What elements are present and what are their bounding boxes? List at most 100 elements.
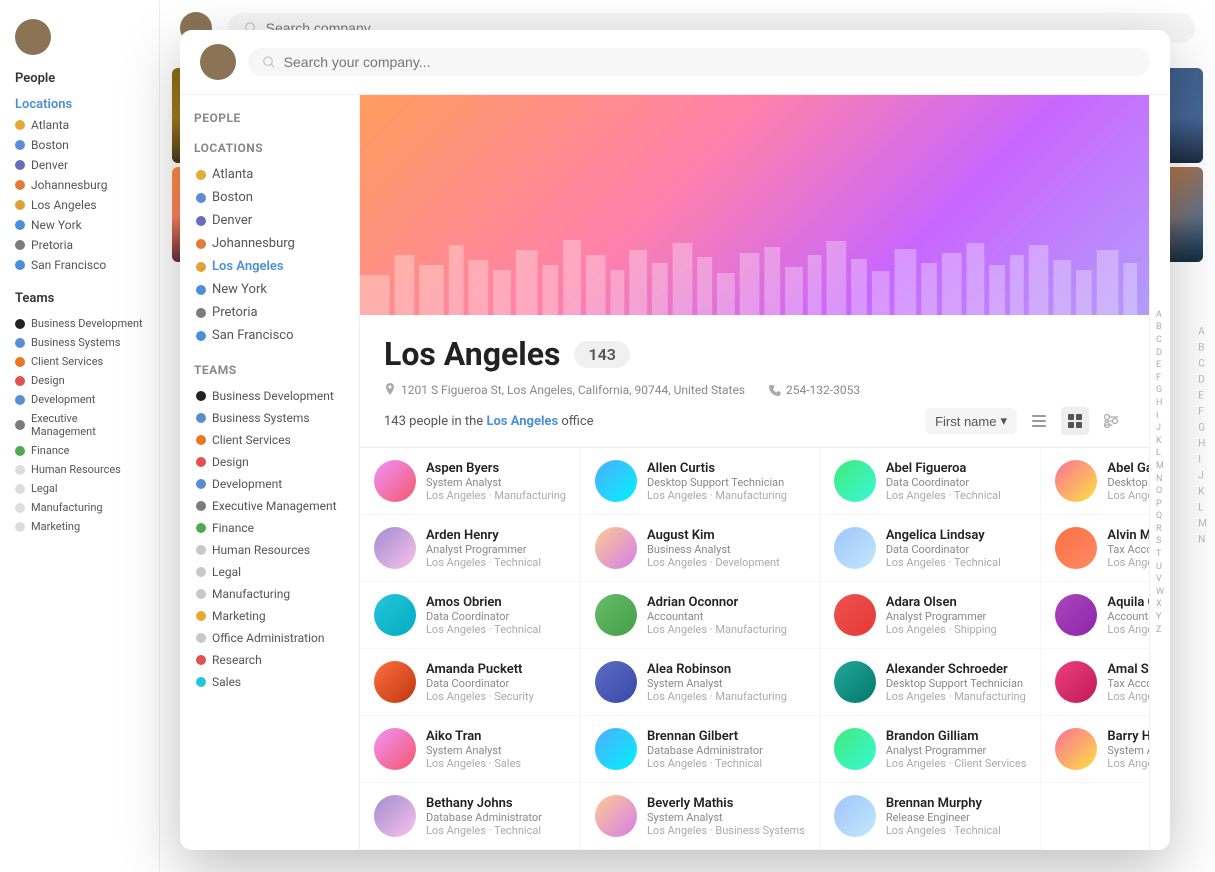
alpha-letter-u[interactable]: U [1154, 561, 1166, 574]
person-card[interactable]: August Kim Business Analyst Los Angeles … [581, 515, 820, 582]
bg-sidebar-location-atlanta[interactable]: Atlanta [15, 115, 144, 135]
alpha-letter-g[interactable]: G [1154, 384, 1166, 397]
person-card[interactable]: Alea Robinson System Analyst Los Angeles… [581, 649, 820, 716]
modal-sidebar-team[interactable]: Office Administration [194, 627, 345, 649]
person-card[interactable]: Aquila Owen Accountant Los Angeles · Fin… [1041, 582, 1149, 649]
person-card[interactable]: Bethany Johns Database Administrator Los… [360, 783, 581, 850]
person-card[interactable]: Adrian Oconnor Accountant Los Angeles · … [581, 582, 820, 649]
alpha-letter-i[interactable]: I [1154, 410, 1166, 423]
bg-sidebar-team[interactable]: Legal [15, 479, 144, 498]
bg-sidebar-location-denver[interactable]: Denver [15, 155, 144, 175]
person-card[interactable]: Allen Curtis Desktop Support Technician … [581, 448, 820, 515]
person-card[interactable]: Brandon Gilliam Analyst Programmer Los A… [820, 716, 1042, 783]
alpha-letter-p[interactable]: P [1154, 498, 1166, 511]
alpha-letter-j[interactable]: J [1154, 422, 1166, 435]
modal-sidebar-location-san-francisco[interactable]: San Francisco [194, 324, 345, 347]
person-card[interactable]: Arden Henry Analyst Programmer Los Angel… [360, 515, 581, 582]
bg-sidebar-team[interactable]: Business Development [15, 314, 144, 333]
bg-sidebar-location-new-york[interactable]: New York [15, 215, 144, 235]
alpha-letter-y[interactable]: Y [1154, 611, 1166, 624]
alpha-letter-f[interactable]: F [1154, 372, 1166, 385]
bg-sidebar-team[interactable]: Business Systems [15, 333, 144, 352]
alpha-letter-t[interactable]: T [1154, 548, 1166, 561]
person-card[interactable]: Angelica Lindsay Data Coordinator Los An… [820, 515, 1042, 582]
bg-sidebar-location-los-angeles[interactable]: Los Angeles [15, 195, 144, 215]
bg-sidebar-team[interactable]: Marketing [15, 517, 144, 536]
bg-sidebar-location-boston[interactable]: Boston [15, 135, 144, 155]
modal-sidebar-team[interactable]: Manufacturing [194, 583, 345, 605]
sort-button[interactable]: First name ▾ [925, 408, 1017, 434]
person-card[interactable]: Amos Obrien Data Coordinator Los Angeles… [360, 582, 581, 649]
alpha-letter-l[interactable]: L [1154, 447, 1166, 460]
modal-sidebar-location-atlanta[interactable]: Atlanta [194, 163, 345, 186]
modal-sidebar-location-boston[interactable]: Boston [194, 186, 345, 209]
alpha-letter-v[interactable]: V [1154, 573, 1166, 586]
office-link[interactable]: Los Angeles [486, 414, 558, 429]
alpha-letter-b[interactable]: B [1154, 321, 1166, 334]
bg-sidebar-team[interactable]: Design [15, 371, 144, 390]
bg-sidebar-team[interactable]: Development [15, 390, 144, 409]
grid-view-button[interactable] [1061, 407, 1089, 435]
alpha-letter-k[interactable]: K [1154, 435, 1166, 448]
bg-sidebar-location-johannesburg[interactable]: Johannesburg [15, 175, 144, 195]
person-card[interactable]: Alvin Miller Tax Accountant Los Angeles … [1041, 515, 1149, 582]
alpha-letter-w[interactable]: W [1154, 586, 1166, 599]
filter-button[interactable] [1097, 407, 1125, 435]
person-card[interactable]: Abel Galloway Desktop Support Technician… [1041, 448, 1149, 515]
modal-sidebar-location-denver[interactable]: Denver [194, 209, 345, 232]
bg-sidebar-team[interactable]: Finance [15, 441, 144, 460]
modal-sidebar-team[interactable]: Business Systems [194, 407, 345, 429]
modal-sidebar-team[interactable]: Human Resources [194, 539, 345, 561]
alpha-letter-c[interactable]: C [1154, 334, 1166, 347]
alpha-letter-a[interactable]: A [1154, 309, 1166, 322]
person-card[interactable]: Amanda Puckett Data Coordinator Los Ange… [360, 649, 581, 716]
modal-sidebar-location-new-york[interactable]: New York [194, 278, 345, 301]
alpha-letter-r[interactable]: R [1154, 523, 1166, 536]
alpha-letter-m[interactable]: M [1154, 460, 1166, 473]
bg-sidebar-team[interactable]: Client Services [15, 352, 144, 371]
modal-sidebar-team[interactable]: Marketing [194, 605, 345, 627]
alpha-letter-q[interactable]: Q [1154, 510, 1166, 523]
alpha-letter-z[interactable]: Z [1154, 624, 1166, 637]
modal-sidebar-location-johannesburg[interactable]: Johannesburg [194, 232, 345, 255]
bg-sidebar-team[interactable]: Human Resources [15, 460, 144, 479]
person-card[interactable]: Brennan Murphy Release Engineer Los Ange… [820, 783, 1042, 850]
person-card[interactable]: Adara Olsen Analyst Programmer Los Angel… [820, 582, 1042, 649]
person-card[interactable]: Abel Figueroa Data Coordinator Los Angel… [820, 448, 1042, 515]
modal-sidebar-location-pretoria[interactable]: Pretoria [194, 301, 345, 324]
modal-search-box[interactable] [248, 48, 1150, 76]
alpha-letter-s[interactable]: S [1154, 535, 1166, 548]
person-card[interactable]: Aspen Byers System Analyst Los Angeles ·… [360, 448, 581, 515]
alpha-letter-e[interactable]: E [1154, 359, 1166, 372]
modal-main-content: Los Angeles 143 1201 S Figueroa St, Los … [360, 95, 1149, 850]
alpha-letter-d[interactable]: D [1154, 347, 1166, 360]
modal-search-input[interactable] [284, 54, 1136, 70]
person-card[interactable]: Beverly Mathis System Analyst Los Angele… [581, 783, 820, 850]
modal-sidebar-team[interactable]: Research [194, 649, 345, 671]
person-card[interactable]: Alexander Schroeder Desktop Support Tech… [820, 649, 1042, 716]
alpha-letter-x[interactable]: X [1154, 598, 1166, 611]
bg-sidebar-team[interactable]: Manufacturing [15, 498, 144, 517]
modal-sidebar-team[interactable]: Business Development [194, 385, 345, 407]
person-card[interactable]: Aiko Tran System Analyst Los Angeles · S… [360, 716, 581, 783]
bg-sidebar-team[interactable]: Executive Management [15, 409, 144, 441]
alpha-letter-n[interactable]: N [1154, 473, 1166, 486]
bg-sidebar-location-san-francisco[interactable]: San Francisco [15, 255, 144, 275]
person-card[interactable]: Amal Stewart Tax Accountant Los Angeles … [1041, 649, 1149, 716]
modal-sidebar-team[interactable]: Sales [194, 671, 345, 693]
alpha-letter-h[interactable]: H [1154, 397, 1166, 410]
modal-sidebar-team[interactable]: Legal [194, 561, 345, 583]
modal-sidebar-team[interactable]: Design [194, 451, 345, 473]
modal-sidebar-location-los-angeles[interactable]: Los Angeles [194, 255, 345, 278]
person-card[interactable]: Brennan Gilbert Database Administrator L… [581, 716, 820, 783]
person-info: Angelica Lindsay Data Coordinator Los An… [886, 528, 1001, 569]
modal-sidebar-team[interactable]: Executive Management [194, 495, 345, 517]
modal-sidebar-team[interactable]: Development [194, 473, 345, 495]
bg-locations-nav[interactable]: Locations [15, 94, 144, 115]
person-card[interactable]: Barry Hoffman System Analyst Los Angeles… [1041, 716, 1149, 783]
list-view-button[interactable] [1025, 407, 1053, 435]
alpha-letter-o[interactable]: O [1154, 485, 1166, 498]
modal-sidebar-team[interactable]: Finance [194, 517, 345, 539]
bg-sidebar-location-pretoria[interactable]: Pretoria [15, 235, 144, 255]
modal-sidebar-team[interactable]: Client Services [194, 429, 345, 451]
